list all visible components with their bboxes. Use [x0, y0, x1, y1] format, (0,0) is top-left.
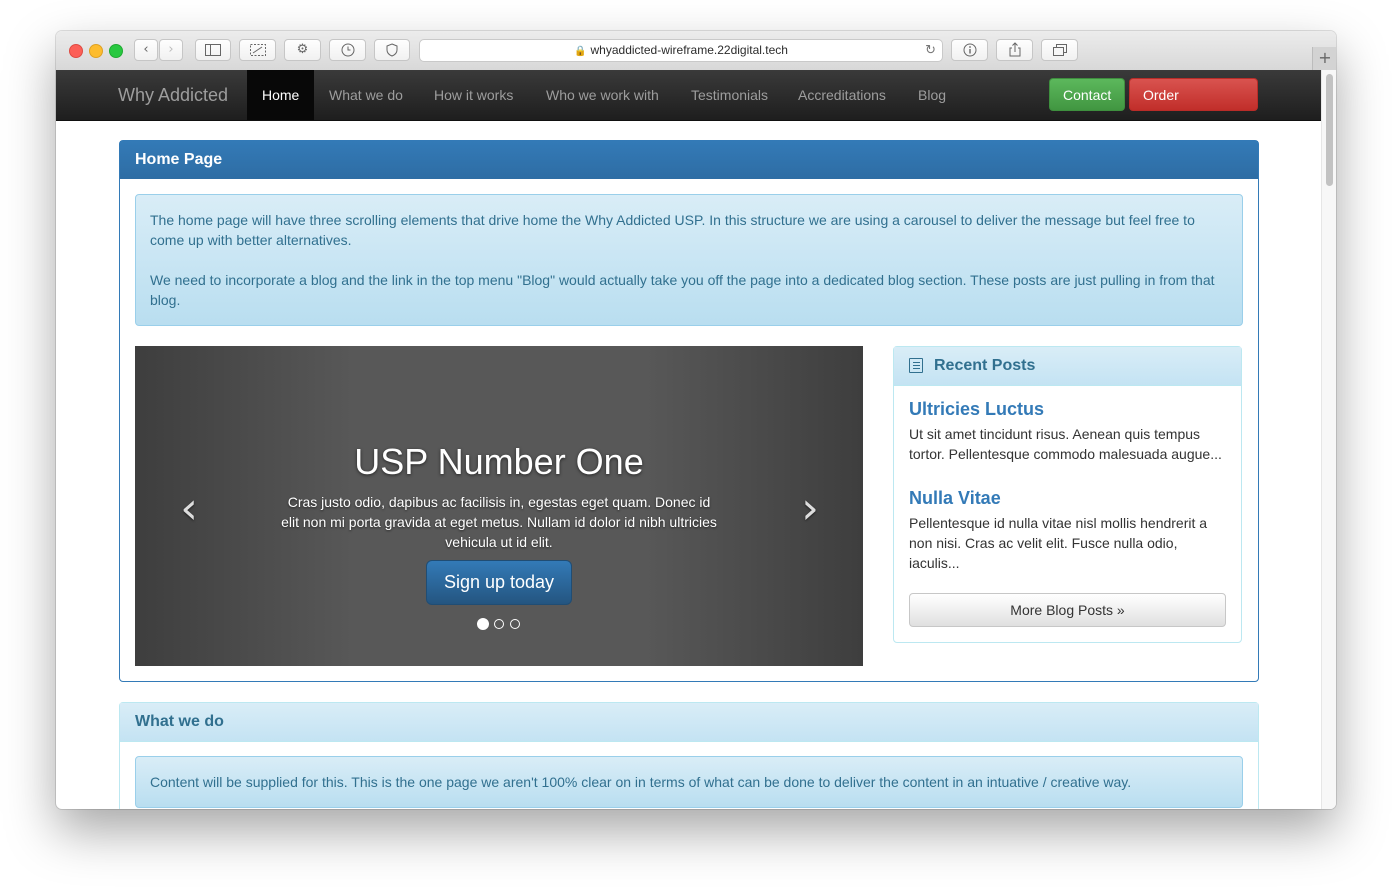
carousel-heading: USP Number One [354, 441, 644, 482]
contact-button[interactable]: Contact [1049, 78, 1125, 111]
carousel-caption: Cras justo odio, dapibus ac facilisis in… [281, 494, 717, 550]
home-page-panel: Home Page The home page will have three … [119, 140, 1259, 682]
usp-carousel: USP Number One Cras justo odio, dapibus … [135, 346, 863, 666]
post-title-link[interactable]: Ultricies Luctus [909, 399, 1044, 420]
scrollbar-thumb[interactable] [1326, 74, 1333, 186]
info-icon[interactable] [951, 39, 988, 61]
what-we-do-panel: What we do Content will be supplied for … [119, 702, 1259, 809]
settings-icon[interactable]: ⚙ [284, 39, 321, 61]
post-excerpt: Ut sit amet tincidunt risus. Aenean quis… [909, 426, 1222, 462]
chevron-right-icon[interactable]: › [790, 484, 830, 534]
carousel-indicator[interactable] [494, 619, 504, 629]
carousel-indicator[interactable] [510, 619, 520, 629]
zoom-window-icon[interactable] [109, 44, 123, 58]
forward-icon[interactable]: › [159, 39, 183, 61]
panel-heading: Home Page [120, 141, 1258, 179]
nav-testimonials[interactable]: Testimonials [676, 70, 783, 120]
nav-how-it-works[interactable]: How it works [419, 70, 528, 120]
page-scrollbar[interactable] [1321, 70, 1336, 809]
more-blog-posts-button[interactable]: More Blog Posts » [909, 593, 1226, 627]
screenshot-icon[interactable] [239, 39, 276, 61]
back-icon[interactable]: ‹ [134, 39, 158, 61]
recent-posts-title: Recent Posts [934, 357, 1036, 374]
chevron-left-icon[interactable]: ‹ [169, 484, 209, 534]
post-title-link[interactable]: Nulla Vitae [909, 488, 1001, 509]
alert-paragraph: The home page will have three scrolling … [150, 212, 1195, 248]
close-window-icon[interactable] [69, 44, 83, 58]
minimize-window-icon[interactable] [89, 44, 103, 58]
home-info-alert: The home page will have three scrolling … [135, 194, 1243, 326]
nav-what-we-do[interactable]: What we do [314, 70, 418, 120]
nav-who-we-work-with[interactable]: Who we work with [531, 70, 674, 120]
lock-icon: 🔒 [574, 46, 587, 57]
panel-heading: What we do [120, 703, 1258, 742]
new-tab-icon[interactable]: + [1312, 47, 1336, 70]
history-icon[interactable] [329, 39, 366, 61]
tabs-icon[interactable] [1041, 39, 1078, 61]
order-scorecard-button[interactable]: Order Scorecard [1129, 78, 1258, 136]
list-icon [909, 358, 923, 373]
site-brand[interactable]: Why Addicted [118, 70, 228, 120]
post-excerpt: Pellentesque id nulla vitae nisl mollis … [909, 515, 1208, 571]
nav-home[interactable]: Home [247, 70, 315, 120]
alert-paragraph: Content will be supplied for this. This … [150, 774, 1132, 790]
recent-posts-panel: Recent Posts Ultricies Luctus Ut sit ame… [893, 346, 1242, 643]
shield-icon[interactable] [374, 39, 410, 61]
reload-icon[interactable]: ↻ [925, 40, 936, 61]
nav-blog[interactable]: Blog [903, 70, 961, 120]
url-text: whyaddicted-wireframe.22digital.tech [590, 43, 788, 57]
alert-paragraph: We need to incorporate a blog and the li… [150, 272, 1215, 308]
share-icon[interactable] [996, 39, 1033, 61]
browser-window: ‹ › ⚙ 🔒 whyaddicted-wireframe.22digital.t… [56, 31, 1336, 809]
what-info-alert: Content will be supplied for this. This … [135, 756, 1243, 808]
site-navbar: Why Addicted Home What we do How it work… [56, 70, 1321, 136]
browser-toolbar: ‹ › ⚙ 🔒 whyaddicted-wireframe.22digital.t… [56, 31, 1336, 71]
sidebar-icon[interactable] [195, 39, 231, 61]
nav-accreditations[interactable]: Accreditations [783, 70, 901, 120]
recent-posts-heading: Recent Posts [894, 347, 1241, 386]
sign-up-button[interactable]: Sign up today [426, 560, 572, 605]
address-bar[interactable]: 🔒 whyaddicted-wireframe.22digital.tech ↻ [419, 39, 943, 62]
carousel-indicator[interactable] [477, 618, 489, 630]
